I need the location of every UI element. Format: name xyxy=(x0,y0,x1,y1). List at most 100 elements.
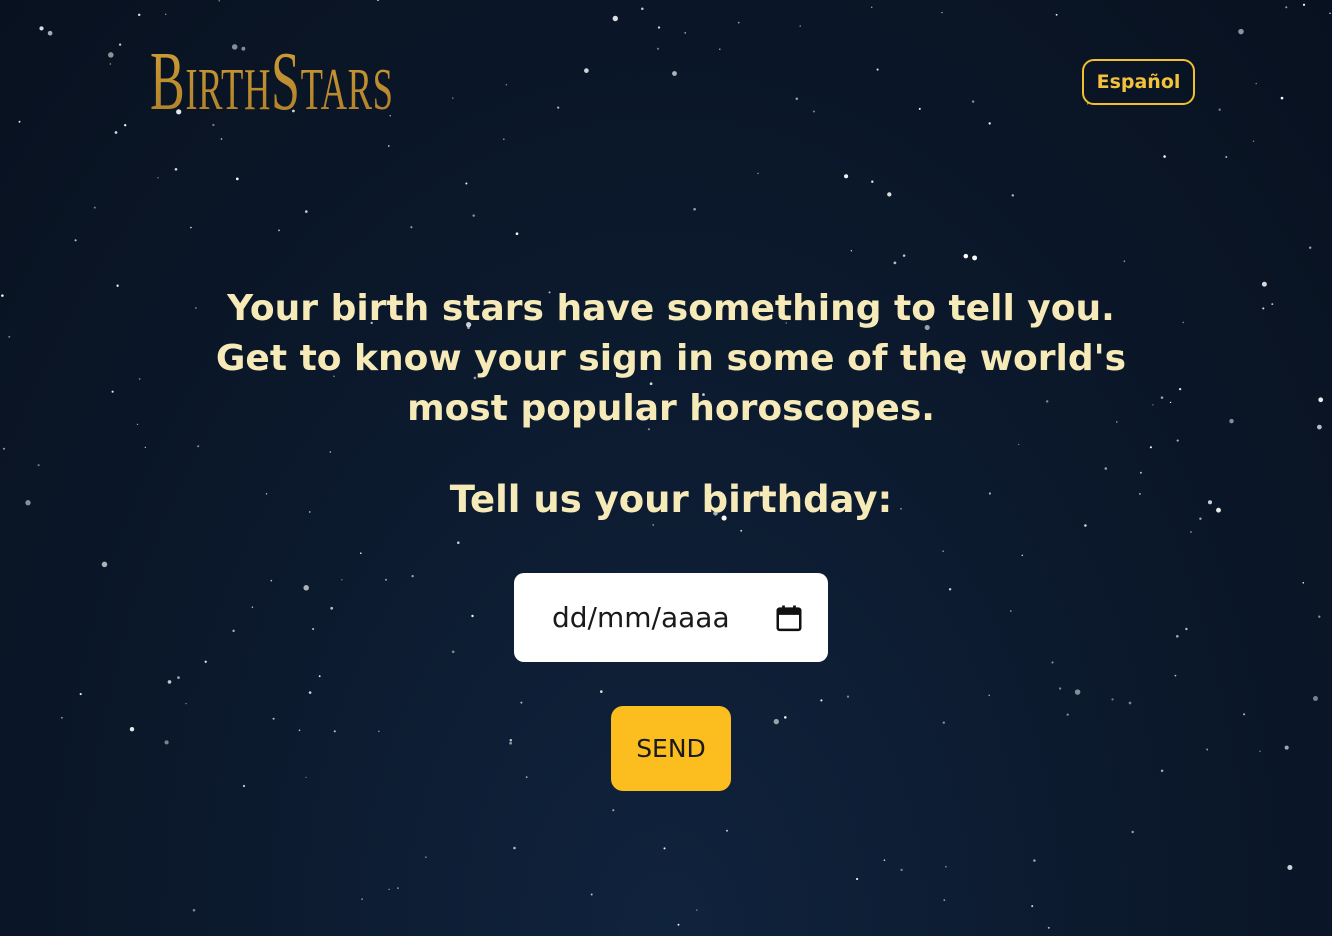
star xyxy=(590,893,593,896)
star xyxy=(1243,713,1246,716)
headline-line-2: Get to know your sign in some of the wor… xyxy=(215,338,1127,429)
star xyxy=(988,122,991,125)
star xyxy=(232,629,235,633)
star xyxy=(942,721,945,724)
star xyxy=(378,730,380,732)
birthday-date-input[interactable]: dd/mm/aaaa xyxy=(514,573,828,662)
star xyxy=(1206,748,1209,751)
star xyxy=(137,13,141,17)
star xyxy=(101,561,108,568)
star xyxy=(1229,418,1234,424)
star xyxy=(1302,3,1306,6)
calendar-icon[interactable] xyxy=(774,603,804,633)
star xyxy=(1111,698,1114,701)
star xyxy=(305,210,308,213)
star xyxy=(612,15,619,22)
star xyxy=(945,866,947,868)
star xyxy=(39,26,44,31)
star xyxy=(1163,155,1166,158)
star xyxy=(1216,507,1221,513)
send-button[interactable]: SEND xyxy=(611,706,731,791)
star xyxy=(1169,401,1172,404)
star xyxy=(757,172,759,175)
headline-line-1: Your birth stars have something to tell … xyxy=(227,288,1115,329)
star xyxy=(1271,303,1274,306)
star xyxy=(520,701,523,704)
star xyxy=(1055,13,1058,16)
star xyxy=(693,207,696,211)
star xyxy=(116,284,119,287)
star xyxy=(1313,696,1318,701)
star xyxy=(657,47,659,50)
star xyxy=(157,177,159,179)
star xyxy=(1104,467,1108,470)
star xyxy=(893,261,897,265)
star xyxy=(333,730,336,733)
star xyxy=(1160,769,1164,773)
star xyxy=(612,809,615,812)
star xyxy=(844,174,849,179)
star xyxy=(204,660,207,663)
star xyxy=(144,446,146,449)
star xyxy=(167,680,172,684)
star xyxy=(737,21,740,24)
star xyxy=(1018,443,1020,446)
star xyxy=(425,856,427,859)
star xyxy=(341,579,343,581)
star xyxy=(900,868,903,872)
star xyxy=(397,887,399,889)
star xyxy=(124,124,127,127)
star xyxy=(795,97,799,101)
star xyxy=(138,378,141,380)
star xyxy=(452,97,454,99)
star xyxy=(971,100,975,103)
star xyxy=(902,254,906,257)
star xyxy=(1,294,4,297)
star xyxy=(943,899,946,901)
star xyxy=(1302,582,1305,584)
star xyxy=(330,606,334,610)
star xyxy=(883,859,886,861)
star xyxy=(1066,713,1069,716)
star xyxy=(1225,155,1228,159)
star xyxy=(174,167,178,171)
star xyxy=(509,741,512,745)
star xyxy=(305,776,307,779)
star xyxy=(1011,194,1014,197)
star xyxy=(361,898,363,900)
star xyxy=(1252,140,1255,142)
star xyxy=(385,578,387,581)
star xyxy=(812,110,815,113)
date-input-placeholder[interactable]: dd/mm/aaaa xyxy=(552,601,774,634)
star xyxy=(677,923,680,926)
star xyxy=(410,226,413,229)
star xyxy=(74,239,77,242)
star xyxy=(1128,701,1132,705)
star xyxy=(963,253,969,259)
language-toggle-button[interactable]: Español xyxy=(1082,59,1195,105)
star xyxy=(876,68,879,71)
star xyxy=(941,11,943,14)
star xyxy=(1199,517,1202,520)
star xyxy=(388,888,390,891)
star xyxy=(1174,674,1177,677)
star xyxy=(272,717,275,720)
star xyxy=(376,0,380,2)
star xyxy=(251,606,254,608)
star xyxy=(197,445,200,448)
star xyxy=(696,909,698,911)
star xyxy=(1280,96,1284,100)
star xyxy=(318,675,321,678)
star xyxy=(1318,397,1324,403)
star xyxy=(719,48,721,50)
star xyxy=(1329,12,1331,15)
star xyxy=(684,32,686,34)
star xyxy=(61,717,63,719)
star xyxy=(8,335,11,338)
star xyxy=(657,26,661,29)
star xyxy=(1238,28,1244,35)
logo[interactable]: BirthStars xyxy=(150,32,394,132)
star xyxy=(235,177,239,181)
star xyxy=(641,7,644,11)
star xyxy=(918,107,921,110)
